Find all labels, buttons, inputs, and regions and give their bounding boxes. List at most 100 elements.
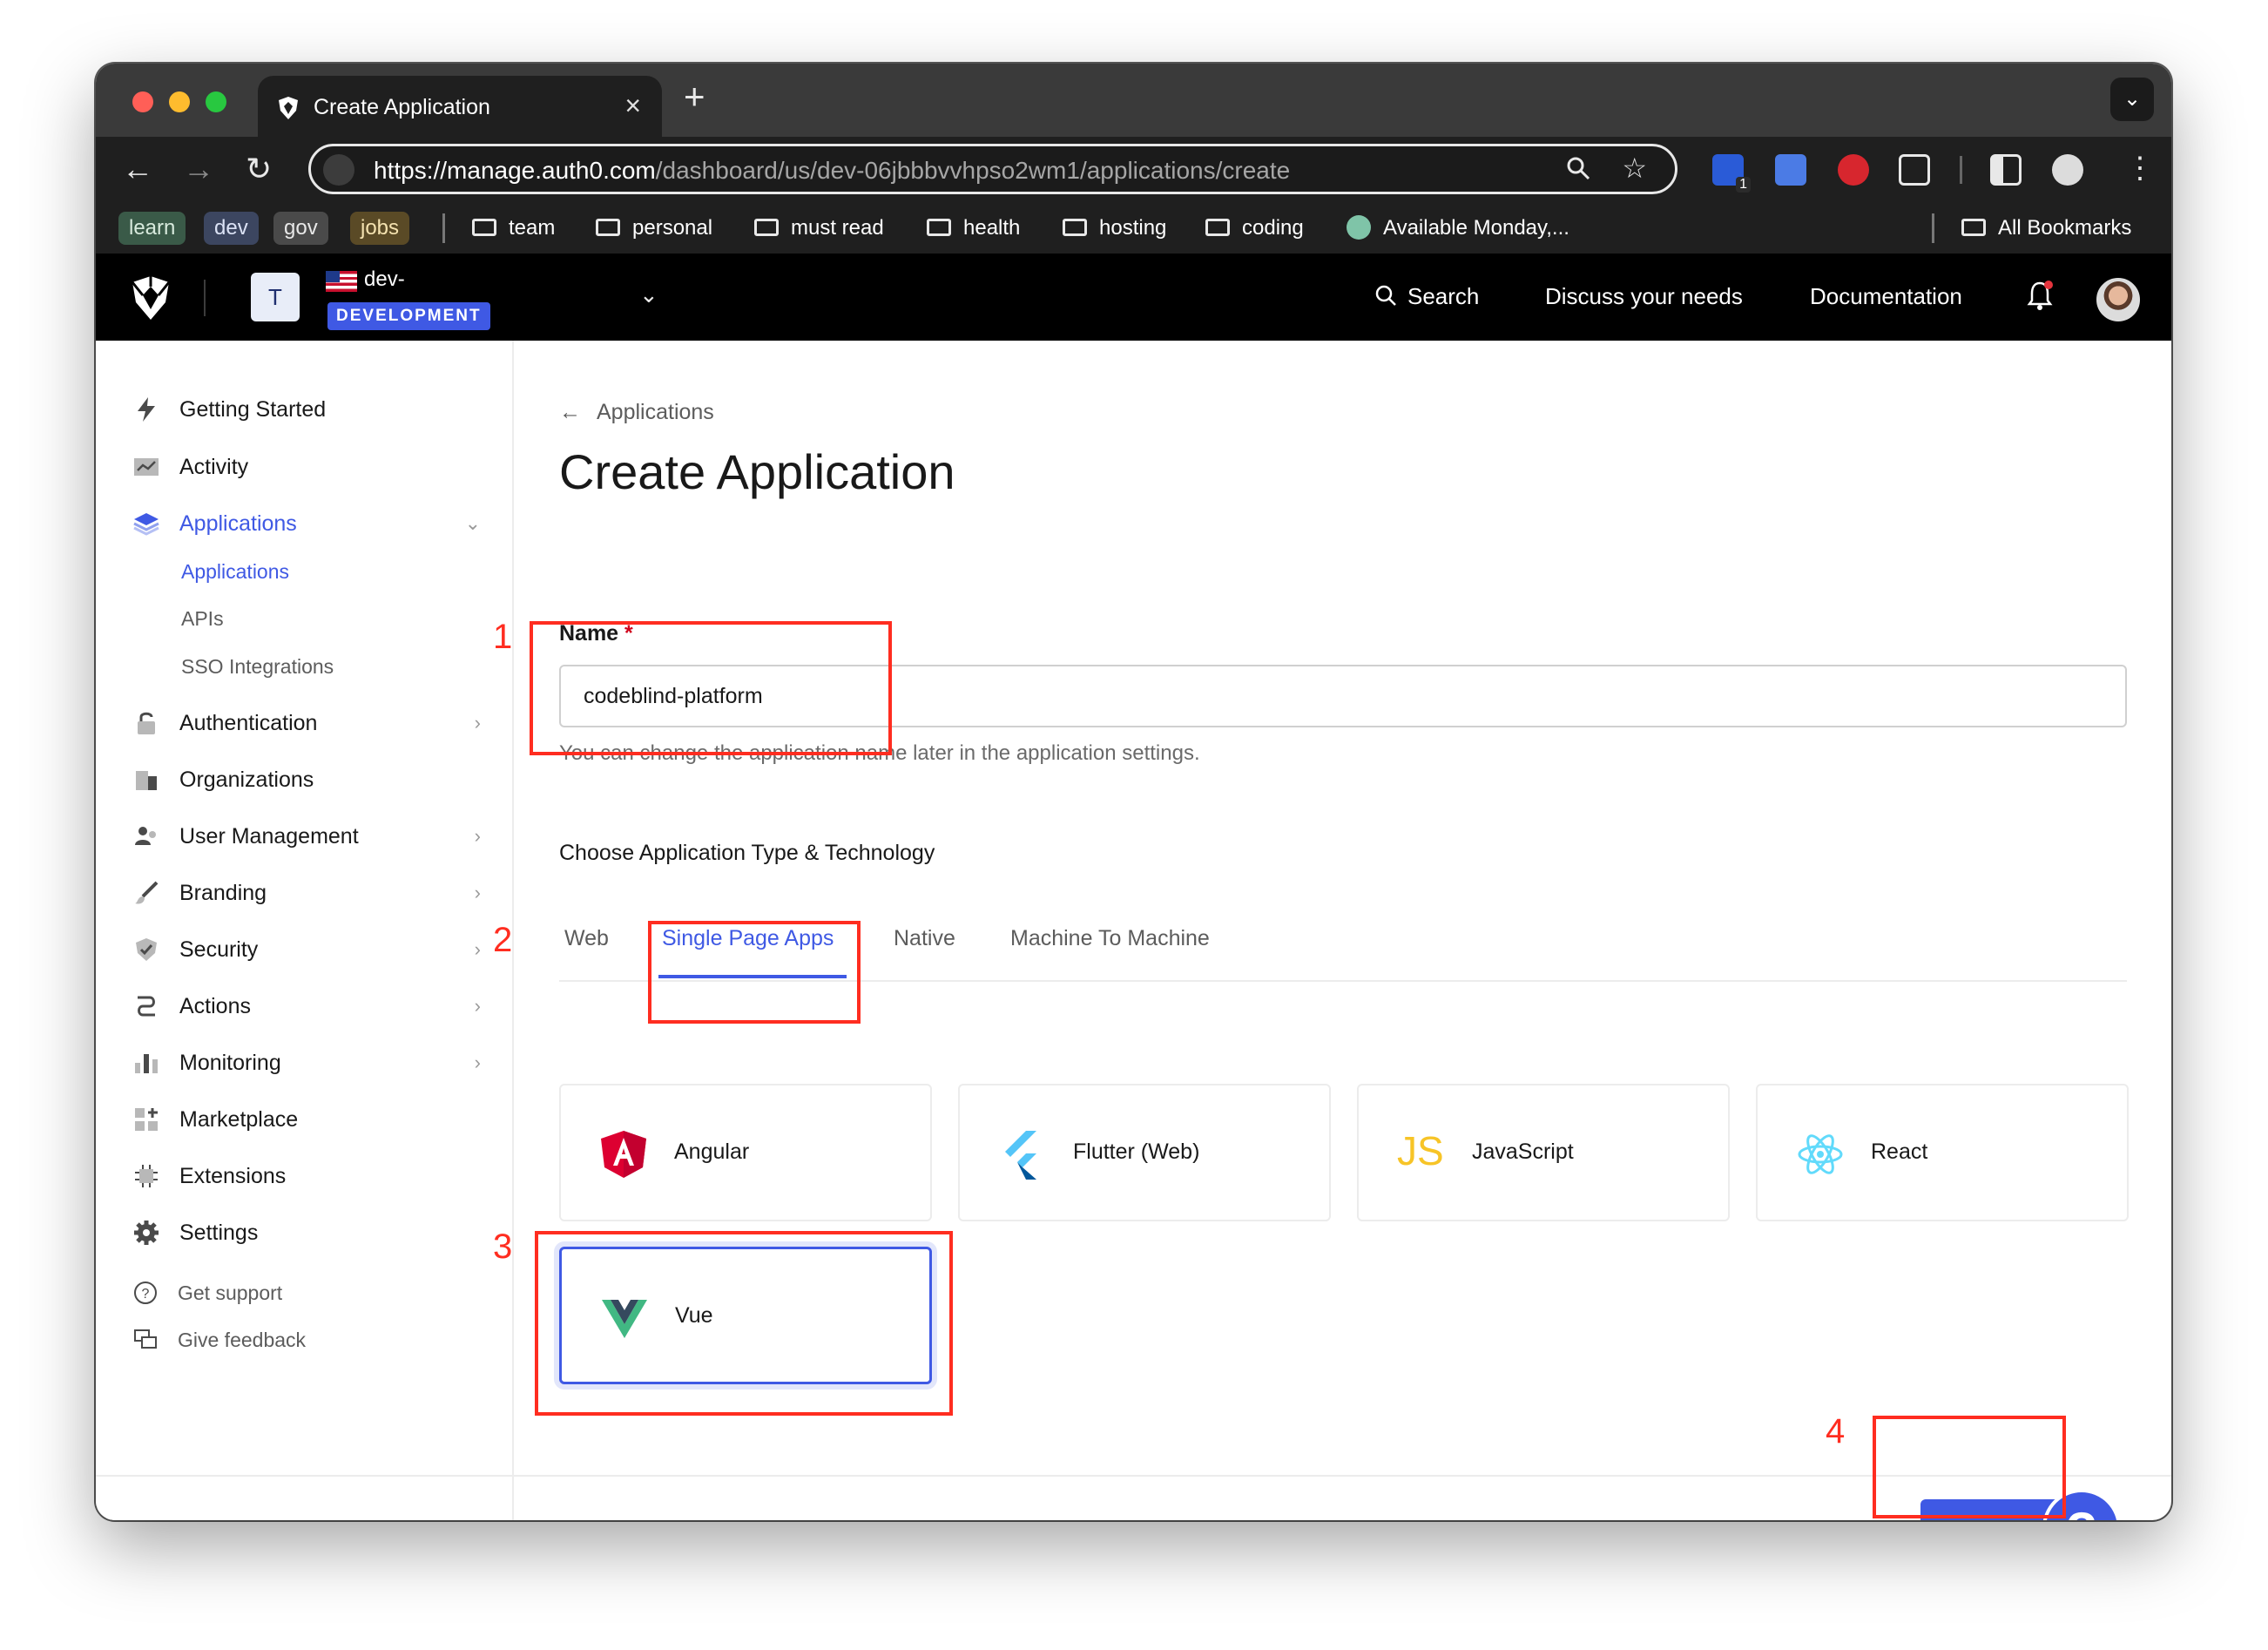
browser-window: Create Application × + ⌄ ← → ↻ https://m… — [96, 64, 2171, 1520]
browser-menu-icon[interactable]: ⋮ — [2125, 151, 2155, 186]
chatgpt-icon — [1347, 214, 1371, 240]
url-text: https://manage.auth0.com/dashboard/us/de… — [374, 157, 1291, 184]
maximize-window-button[interactable] — [206, 91, 226, 112]
bookmark-chip-dev[interactable]: dev — [204, 212, 259, 245]
sidebar-item-authentication[interactable]: Authentication › — [132, 703, 481, 743]
address-bar[interactable]: https://manage.auth0.com/dashboard/us/de… — [308, 144, 1677, 194]
bookmark-folder-personal[interactable]: personal — [596, 212, 712, 245]
sidebar-item-actions[interactable]: Actions › — [132, 986, 481, 1026]
annotation-box-continue — [1873, 1416, 2066, 1518]
sidebar-item-organizations[interactable]: Organizations — [132, 760, 481, 800]
sidebar-subitem-applications[interactable]: Applications — [181, 560, 289, 584]
bookmark-folder-hosting[interactable]: hosting — [1063, 212, 1166, 245]
feedback-icon — [134, 1329, 157, 1349]
extension-shield-icon[interactable]: 1 — [1712, 154, 1751, 193]
all-bookmarks[interactable]: All Bookmarks — [1961, 212, 2131, 245]
sidebar-item-monitoring[interactable]: Monitoring › — [132, 1043, 481, 1083]
tab-machine-to-machine[interactable]: Machine To Machine — [1010, 926, 1210, 951]
bookmark-star-icon[interactable]: ☆ — [1622, 152, 1647, 185]
flutter-logo-icon — [1005, 1131, 1036, 1180]
tab-web[interactable]: Web — [564, 926, 609, 951]
header-divider — [204, 280, 206, 316]
javascript-logo-icon: JS — [1397, 1128, 1444, 1173]
zoom-icon[interactable] — [1565, 155, 1591, 181]
collapse-sidebar-icon[interactable]: « — [444, 1517, 460, 1520]
react-logo-icon — [1798, 1134, 1843, 1174]
arrow-left-icon: ← — [559, 400, 581, 424]
tab-native[interactable]: Native — [894, 926, 955, 951]
folder-icon — [754, 218, 779, 236]
bar-chart-icon — [132, 1049, 160, 1077]
bookmark-folder-health[interactable]: health — [927, 212, 1020, 245]
sidebar-item-settings[interactable]: Settings — [132, 1213, 481, 1253]
annotation-box-name — [530, 621, 892, 755]
user-avatar[interactable] — [2096, 278, 2140, 321]
folder-icon — [1961, 218, 1986, 236]
back-button[interactable]: ← — [122, 151, 153, 187]
close-window-button[interactable] — [132, 91, 153, 112]
tab-search-button[interactable]: ⌄ — [2110, 78, 2154, 121]
tenant-name[interactable]: dev- — [364, 267, 405, 292]
bookmark-folder-team[interactable]: team — [472, 212, 555, 245]
chevron-right-icon: › — [474, 995, 481, 1017]
bell-icon[interactable] — [2026, 280, 2054, 311]
search-icon — [1375, 285, 1396, 307]
bookmark-folder-must-read[interactable]: must read — [754, 212, 884, 245]
tab-close-icon[interactable]: × — [624, 90, 641, 122]
tech-card-angular[interactable]: Angular — [559, 1084, 932, 1221]
svg-text:?: ? — [142, 1287, 150, 1302]
annotation-number-3: 3 — [493, 1227, 513, 1266]
brush-icon — [132, 879, 160, 907]
extension-translate-icon[interactable] — [1775, 154, 1806, 186]
users-icon — [132, 822, 160, 850]
side-panel-icon[interactable] — [1990, 154, 2022, 186]
bookmark-chip-learn[interactable]: learn — [118, 212, 186, 245]
sidebar-item-security[interactable]: Security › — [132, 930, 481, 970]
bookmark-chip-jobs[interactable]: jobs — [350, 212, 410, 245]
forward-button[interactable]: → — [183, 151, 214, 187]
sidebar-item-extensions[interactable]: Extensions — [132, 1156, 481, 1196]
header-search[interactable]: Search — [1374, 283, 1479, 310]
bookmarks-bar: learn dev gov jobs team personal must re… — [96, 201, 2171, 255]
breadcrumb-applications[interactable]: ← Applications — [559, 400, 714, 425]
discuss-needs-link[interactable]: Discuss your needs — [1545, 283, 1743, 310]
tech-card-flutter-web[interactable]: Flutter (Web) — [958, 1084, 1331, 1221]
sidebar-item-applications[interactable]: Applications ⌄ — [132, 504, 481, 544]
bookmark-available-monday[interactable]: Available Monday,... — [1347, 212, 1569, 245]
sidebar-item-activity[interactable]: Activity — [132, 447, 481, 487]
sidebar-item-user-management[interactable]: User Management › — [132, 816, 481, 856]
tech-card-javascript[interactable]: JS JavaScript — [1357, 1084, 1730, 1221]
extension-hand-icon[interactable] — [1838, 154, 1869, 186]
sidebar-subitem-sso-integrations[interactable]: SSO Integrations — [181, 655, 334, 679]
sidebar-divider — [96, 1475, 512, 1477]
bookmark-chip-gov[interactable]: gov — [273, 212, 328, 245]
angular-logo-icon — [601, 1131, 646, 1178]
gear-icon — [132, 1219, 160, 1247]
tenant-avatar[interactable]: T — [251, 273, 300, 321]
documentation-link[interactable]: Documentation — [1810, 283, 1962, 310]
profile-avatar-icon[interactable] — [2052, 154, 2083, 186]
new-tab-button[interactable]: + — [684, 76, 705, 118]
folder-icon — [472, 218, 496, 236]
browser-toolbar: ← → ↻ https://manage.auth0.com/dashboard… — [96, 137, 2171, 201]
lock-icon — [132, 709, 160, 737]
get-support-link[interactable]: ? Get support — [132, 1280, 282, 1306]
browser-tab-active[interactable]: Create Application × — [258, 76, 662, 137]
give-feedback-link[interactable]: Give feedback — [132, 1327, 306, 1353]
actions-icon — [132, 992, 160, 1020]
sidebar-subitem-apis[interactable]: APIs — [181, 607, 224, 631]
grid-plus-icon — [132, 1106, 160, 1133]
annotation-box-spa-tab — [648, 921, 861, 1024]
extensions-puzzle-icon[interactable] — [1899, 154, 1930, 186]
sidebar-item-getting-started[interactable]: Getting Started — [132, 389, 481, 429]
sidebar-item-branding[interactable]: Branding › — [132, 873, 481, 913]
tenant-chevron-down-icon[interactable]: ⌄ — [639, 281, 658, 308]
toolbar-divider — [1960, 156, 1962, 184]
auth0-logo-icon[interactable] — [129, 274, 172, 321]
site-settings-icon[interactable] — [323, 154, 354, 186]
sidebar-item-marketplace[interactable]: Marketplace — [132, 1099, 481, 1139]
tech-card-react[interactable]: React — [1756, 1084, 2129, 1221]
reload-button[interactable]: ↻ — [246, 151, 272, 187]
minimize-window-button[interactable] — [169, 91, 190, 112]
bookmark-folder-coding[interactable]: coding — [1205, 212, 1304, 245]
